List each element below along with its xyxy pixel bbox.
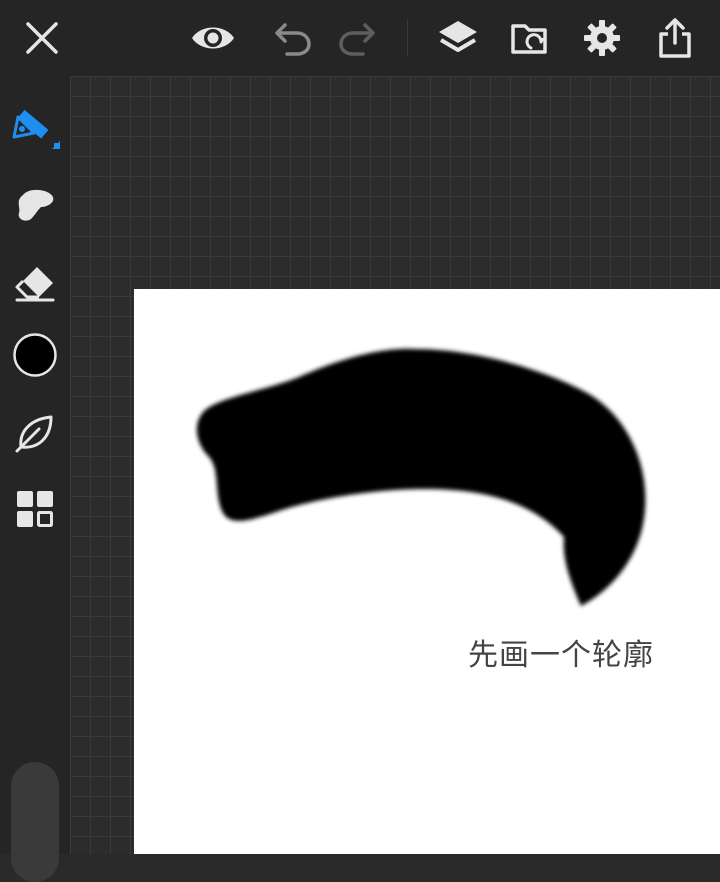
smudge-tool[interactable]: [8, 178, 62, 232]
folder-sync-icon[interactable]: [505, 13, 555, 63]
toolbar-divider: [407, 20, 408, 56]
brush-size-slider[interactable]: [11, 762, 59, 882]
color-swatch[interactable]: [8, 328, 62, 382]
leaf-icon: [15, 415, 53, 453]
top-toolbar: [0, 0, 720, 76]
layers-icon[interactable]: [433, 13, 483, 63]
eye-icon[interactable]: [188, 13, 238, 63]
pencil-tool[interactable]: [8, 99, 62, 153]
close-icon[interactable]: [17, 13, 67, 63]
share-icon[interactable]: [650, 13, 700, 63]
pencil-icon: [12, 109, 60, 149]
canvas-caption: 先画一个轮廓: [468, 638, 654, 673]
drawing-canvas[interactable]: [134, 289, 720, 854]
brush-stroke: [196, 348, 646, 606]
gallery-tool[interactable]: [8, 482, 62, 536]
grid-menu-icon: [17, 491, 53, 527]
eraser-icon: [15, 267, 55, 302]
undo-icon[interactable]: [268, 13, 318, 63]
smudge-icon: [18, 189, 54, 221]
leaf-tool[interactable]: [8, 406, 62, 460]
eraser-tool[interactable]: [8, 256, 62, 310]
redo-icon[interactable]: [332, 13, 382, 63]
left-tool-sidebar: [0, 76, 70, 882]
gear-icon[interactable]: [577, 13, 627, 63]
